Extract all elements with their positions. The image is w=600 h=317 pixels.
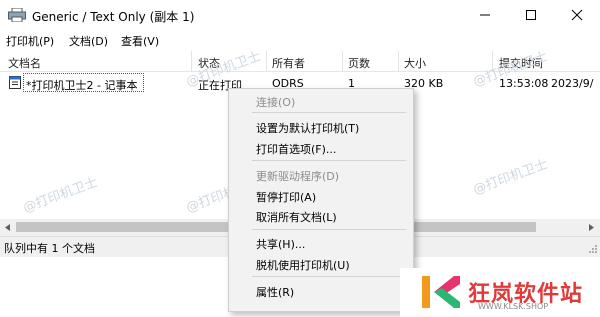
job-date: 2023/9/ [551,77,594,90]
minimize-button[interactable] [462,0,508,30]
menu-separator [252,112,406,113]
menu-document[interactable]: 文档(D) [69,33,108,49]
col-pages[interactable]: 页数 [348,55,370,71]
resize-grip-icon[interactable] [588,244,598,254]
brand-k-logo [422,276,460,308]
col-size[interactable]: 大小 [404,55,426,71]
printer-icon [8,8,26,22]
scroll-right-icon[interactable] [587,223,596,232]
menu-separator [252,276,406,277]
close-button[interactable] [554,0,600,30]
menu-update-driver[interactable]: 更新驱动程序(D) [256,168,339,184]
menu-printer[interactable]: 打印机(P) [6,33,54,49]
column-divider[interactable] [342,51,343,71]
column-divider[interactable] [398,51,399,71]
scroll-left-icon[interactable] [3,223,12,232]
queue-status: 队列中有 1 个文档 [4,242,95,255]
menu-properties[interactable]: 属性(R) [256,284,294,300]
column-divider[interactable] [266,51,267,71]
menu-connect[interactable]: 连接(O) [256,94,295,110]
menu-preferences[interactable]: 打印首选项(F)... [256,141,336,157]
job-name[interactable]: *打印机卫士2 - 记事本 [26,77,137,93]
minimize-icon [480,14,490,16]
menu-set-default[interactable]: 设置为默认打印机(T) [256,120,359,136]
menu-cancel-all[interactable]: 取消所有文档(L) [256,209,337,225]
maximize-button[interactable] [508,0,554,30]
window-title: Generic / Text Only (副本 1) [32,10,195,24]
menu-separator [252,229,406,230]
col-owner[interactable]: 所有者 [272,55,305,71]
maximize-icon [526,10,536,20]
brand-url: WWW.KLSK.SHOP [478,302,549,311]
document-icon [9,76,21,89]
menu-pause[interactable]: 暂停打印(A) [256,189,316,205]
menu-offline[interactable]: 脱机使用打印机(U) [256,257,350,273]
menu-separator [252,160,406,161]
menu-view[interactable]: 查看(V) [121,33,159,49]
menu-share[interactable]: 共享(H)... [256,236,305,252]
close-icon [571,9,583,21]
col-document-name[interactable]: 文档名 [8,55,41,71]
